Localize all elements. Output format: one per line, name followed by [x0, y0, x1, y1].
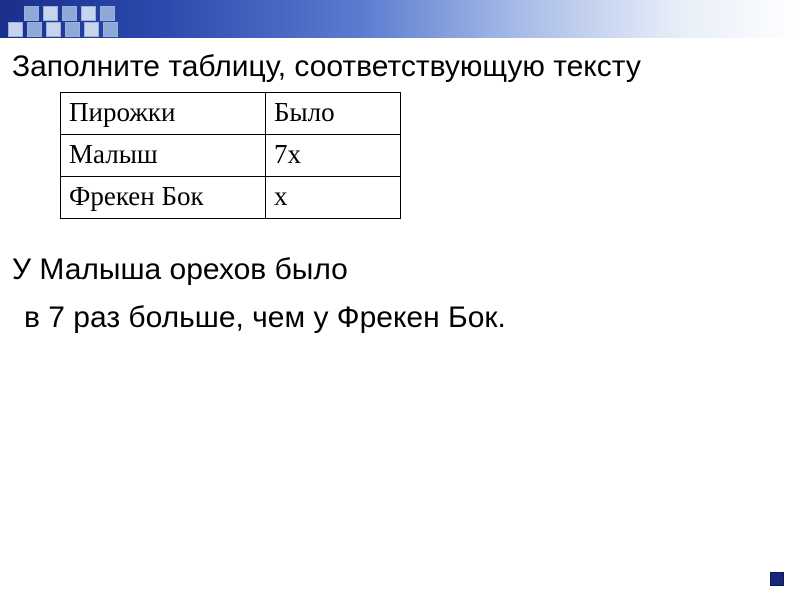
body-line-2: в 7 раз больше, чем у Фрекен Бок. [24, 301, 788, 335]
cell: Пирожки [61, 93, 266, 135]
cell: Было [266, 93, 401, 135]
cell: Малыш [61, 135, 266, 177]
table-row: Малыш 7х [61, 135, 401, 177]
cell: х [266, 177, 401, 219]
cell: 7х [266, 135, 401, 177]
corner-square-icon [770, 572, 784, 586]
decorative-squares-row1 [24, 6, 115, 21]
slide-content: Заполните таблицу, соответствующую текст… [0, 38, 800, 335]
table-row: Фрекен Бок х [61, 177, 401, 219]
table-container: Пирожки Было Малыш 7х Фрекен Бок х [60, 92, 788, 219]
data-table: Пирожки Было Малыш 7х Фрекен Бок х [60, 92, 401, 219]
slide-heading: Заполните таблицу, соответствующую текст… [12, 50, 788, 84]
table-row: Пирожки Было [61, 93, 401, 135]
cell: Фрекен Бок [61, 177, 266, 219]
decorative-squares-row2 [8, 22, 118, 37]
body-line-1: У Малыша орехов было [12, 253, 788, 287]
decorative-top-border [0, 0, 800, 38]
